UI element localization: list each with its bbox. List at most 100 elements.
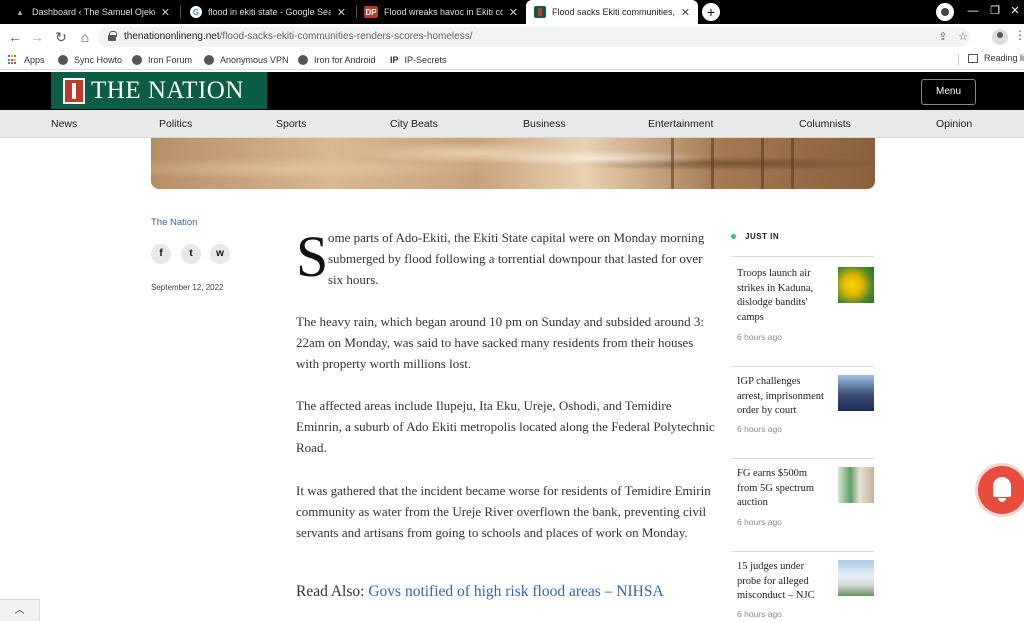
- nav-opinion[interactable]: Opinion: [936, 118, 972, 130]
- sidebar-item-title[interactable]: IGP challenges arrest, imprisonment orde…: [737, 375, 829, 419]
- hero-texture: [761, 138, 764, 189]
- url-text[interactable]: thenationonlineng.net/flood-sacks-ekiti-…: [124, 31, 473, 42]
- sidebar-item-time: 6 hours ago: [737, 609, 782, 619]
- nav-sports[interactable]: Sports: [276, 118, 306, 130]
- article-paragraph: The affected areas include Ilupeju, Ita …: [296, 398, 715, 455]
- bookmark-iron-for-android[interactable]: Iron for Android: [298, 53, 376, 67]
- bookmark-sync-howto[interactable]: Sync Howto: [58, 53, 122, 67]
- close-icon[interactable]: ✕: [509, 6, 518, 19]
- globe-icon: [132, 55, 142, 65]
- address-bar: ← → ↻ ⌂ thenationonlineng.net/flood-sack…: [0, 24, 1024, 50]
- bookmark-star-icon[interactable]: ☆: [956, 30, 970, 44]
- sidebar-item-title[interactable]: Troops launch air strikes in Kaduna, dis…: [737, 267, 829, 325]
- hero-texture: [671, 138, 674, 189]
- reading-list-label: Reading list: [984, 53, 1024, 63]
- article-date: September 12, 2022: [151, 283, 224, 292]
- article-paragraph: The heavy rain, which began around 10 pm…: [296, 314, 704, 371]
- close-icon[interactable]: ✕: [161, 6, 170, 19]
- tab-dashboard[interactable]: ▲ Dashboard ‹ The Samuel Ojekwe ✕: [6, 0, 178, 24]
- tab-google-search[interactable]: G flood in ekiti state - Google Search ✕: [182, 0, 354, 24]
- chevron-up-icon[interactable]: ︿: [0, 599, 40, 621]
- close-icon[interactable]: ✕: [681, 6, 690, 19]
- twitter-icon[interactable]: t: [181, 244, 201, 264]
- bookmark-ip-secrets[interactable]: IP IP-Secrets: [390, 53, 447, 67]
- sidebar-item-thumbnail[interactable]: [838, 467, 874, 503]
- logo-text: THE NATION: [91, 76, 244, 104]
- globe-icon: [58, 55, 68, 65]
- url-path: /flood-sacks-ekiti-communities-renders-s…: [219, 31, 473, 42]
- nav-columnists[interactable]: Columnists: [799, 118, 851, 130]
- read-also-label: Read Also:: [296, 583, 365, 600]
- tab-title: Flood sacks Ekiti communities, rend: [552, 7, 675, 17]
- browser-tab-strip: ▲ Dashboard ‹ The Samuel Ojekwe ✕ G floo…: [0, 0, 1024, 24]
- hero-texture: [791, 138, 794, 189]
- tab-title: flood in ekiti state - Google Search: [208, 7, 331, 17]
- menu-button[interactable]: Menu: [921, 79, 976, 105]
- home-icon[interactable]: ⌂: [76, 28, 94, 46]
- article-paragraph: It was gathered that the incident became…: [296, 483, 711, 540]
- read-also: Read Also: Govs notified of high risk fl…: [296, 583, 664, 601]
- bookmark-label: Anonymous VPN: [220, 55, 289, 65]
- bookmarks-bar: Apps Sync Howto Iron Forum Anonymous VPN…: [0, 50, 1024, 70]
- nav-news[interactable]: News: [51, 118, 77, 130]
- bookmark-apps[interactable]: Apps: [8, 53, 45, 67]
- tab-the-nation[interactable]: Flood sacks Ekiti communities, rend ✕: [526, 0, 698, 24]
- sidebar-item-title[interactable]: 15 judges under probe for alleged miscon…: [737, 560, 829, 604]
- ip-icon: IP: [390, 55, 399, 65]
- site-logo[interactable]: THE NATION: [51, 72, 267, 109]
- drop-cap: S: [296, 224, 329, 289]
- reading-list-button[interactable]: Reading list: [968, 53, 1024, 63]
- globe-icon: [298, 55, 308, 65]
- notification-bell-icon[interactable]: [978, 466, 1024, 514]
- nav-politics[interactable]: Politics: [159, 118, 192, 130]
- globe-icon: [204, 55, 214, 65]
- tab-title: Dashboard ‹ The Samuel Ojekwe: [32, 7, 155, 17]
- bookmark-iron-forum[interactable]: Iron Forum: [132, 53, 192, 67]
- site-header: THE NATION: [0, 72, 1024, 110]
- new-tab-button[interactable]: +: [702, 3, 720, 21]
- tab-separator: [180, 6, 181, 18]
- sidebar-divider: [731, 458, 874, 459]
- bookmark-label: Iron Forum: [148, 55, 193, 65]
- nav-entertainment[interactable]: Entertainment: [648, 118, 713, 130]
- reading-list-icon: [968, 53, 978, 63]
- url-omnibox[interactable]: thenationonlineng.net/flood-sacks-ekiti-…: [98, 27, 970, 47]
- sidebar-divider: [731, 256, 874, 257]
- category-nav: News Politics Sports City Beats Business…: [0, 110, 1024, 138]
- whatsapp-icon[interactable]: w: [210, 244, 230, 264]
- forward-icon[interactable]: →: [28, 28, 46, 46]
- back-icon[interactable]: ←: [6, 28, 24, 46]
- nav-business[interactable]: Business: [523, 118, 566, 130]
- sidebar-item-thumbnail[interactable]: [838, 560, 874, 596]
- tab-daily-post[interactable]: DP Flood wreaks havoc in Ekiti community…: [356, 0, 526, 24]
- bookmark-separator: [958, 54, 959, 66]
- nav-city-beats[interactable]: City Beats: [390, 118, 438, 130]
- url-domain: thenationonlineng.net: [124, 31, 220, 42]
- close-window-icon[interactable]: ✕: [1004, 0, 1024, 24]
- account-avatar-icon[interactable]: [992, 29, 1008, 45]
- sidebar-item-thumbnail[interactable]: [838, 267, 874, 303]
- facebook-icon[interactable]: f: [151, 244, 171, 264]
- article-hero-image: [151, 138, 875, 189]
- sidebar-divider: [731, 551, 874, 552]
- the-nation-emblem-icon: [63, 77, 85, 104]
- profile-icon[interactable]: [936, 3, 954, 21]
- bookmark-anonymous-vpn[interactable]: Anonymous VPN: [204, 53, 289, 67]
- the-nation-icon: [534, 6, 546, 18]
- restore-icon[interactable]: ❐: [984, 0, 1006, 24]
- just-in-label: JUST IN: [745, 232, 780, 241]
- apps-grid-icon: [8, 55, 18, 65]
- more-menu-icon[interactable]: ⋮: [1014, 28, 1024, 42]
- bookmark-label: IP-Secrets: [404, 55, 447, 65]
- lock-icon[interactable]: [108, 31, 117, 41]
- close-icon[interactable]: ✕: [337, 6, 346, 19]
- author-link[interactable]: The Nation: [151, 217, 197, 228]
- sidebar-item-thumbnail[interactable]: [838, 375, 874, 411]
- google-icon: G: [190, 6, 202, 18]
- wordpress-dashboard-icon: ▲: [16, 7, 24, 17]
- reload-icon[interactable]: ↻: [52, 28, 70, 46]
- share-icon[interactable]: ⇪: [936, 30, 950, 44]
- sidebar-item-title[interactable]: FG earns $500m from 5G spectrum auction: [737, 467, 829, 511]
- read-also-link[interactable]: Govs notified of high risk flood areas –…: [368, 583, 663, 600]
- minimize-icon[interactable]: —: [962, 0, 984, 24]
